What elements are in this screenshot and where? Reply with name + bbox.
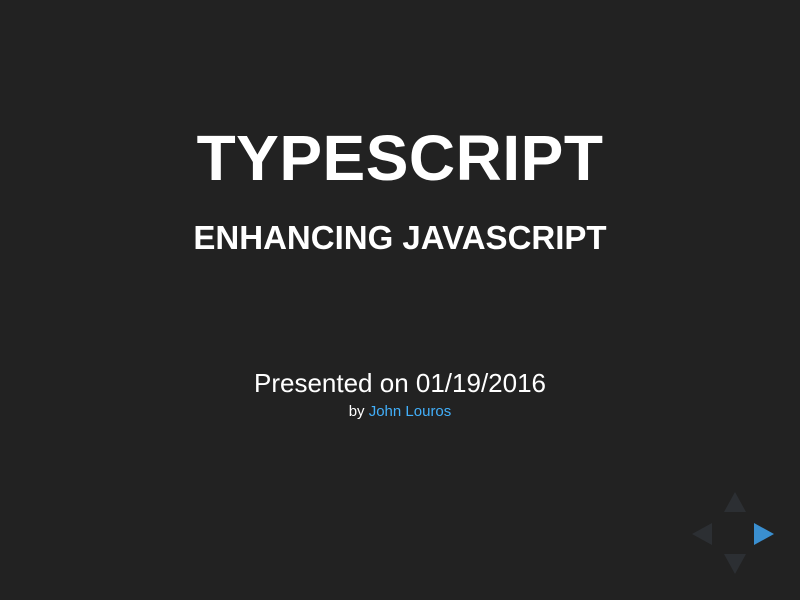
- title-slide: TYPESCRIPT ENHANCING JAVASCRIPT Presente…: [0, 0, 800, 600]
- author-byline: by John Louros: [0, 402, 800, 422]
- arrow-down-icon: [724, 554, 746, 574]
- presented-date: Presented on 01/19/2016: [253, 368, 547, 398]
- byline-prefix: by: [348, 403, 365, 420]
- navigation-controls: [690, 490, 780, 580]
- arrow-up-icon: [724, 492, 746, 512]
- author-link[interactable]: John Louros: [369, 403, 452, 420]
- slide-subtitle: ENHANCING JAVASCRIPT: [193, 219, 607, 256]
- arrow-left-icon: [692, 523, 712, 545]
- arrow-right-icon[interactable]: [754, 523, 774, 545]
- slide-title: TYPESCRIPT: [196, 122, 604, 194]
